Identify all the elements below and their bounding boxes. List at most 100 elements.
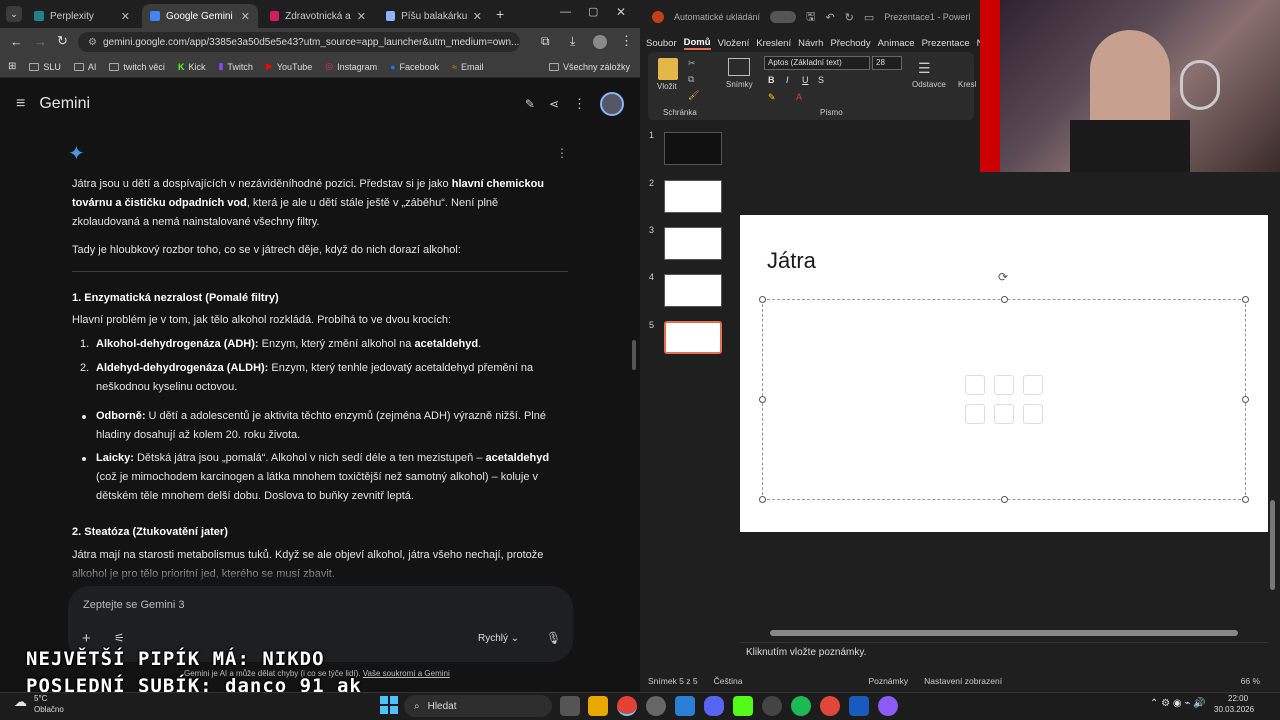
settings-icon[interactable] xyxy=(646,696,666,716)
resize-handle[interactable] xyxy=(1242,296,1249,303)
slide-thumbnail-4[interactable] xyxy=(664,274,722,307)
new-chat-icon[interactable]: ✎ xyxy=(525,97,535,111)
bookmark-instagram[interactable]: ◎ Instagram xyxy=(325,61,377,72)
prompt-input[interactable]: Zeptejte se Gemini 3 xyxy=(83,599,185,611)
close-window-icon[interactable]: ✕ xyxy=(616,5,626,19)
highlight-icon[interactable]: ✎ xyxy=(768,92,776,103)
reload-icon[interactable]: ↻ xyxy=(57,33,68,49)
app-icon[interactable] xyxy=(878,696,898,716)
taskbar-search[interactable]: ⌕ Hledat xyxy=(404,695,552,717)
slide-thumbnail-2[interactable] xyxy=(664,180,722,213)
account-avatar[interactable] xyxy=(600,92,624,116)
present-icon[interactable]: ▭ xyxy=(864,11,874,24)
site-info-icon[interactable]: ⚙ xyxy=(88,37,97,48)
chrome-icon[interactable] xyxy=(617,696,637,716)
format-painter-icon[interactable]: 🖌 xyxy=(688,90,699,101)
bookmark-youtube[interactable]: ▶ YouTube xyxy=(266,61,312,72)
tab-pisu-balakarku[interactable]: Píšu balakárku na t ✕ xyxy=(378,4,490,28)
font-size-select[interactable]: 28 xyxy=(872,56,902,70)
bookmark-ai[interactable]: AI xyxy=(73,62,96,72)
zoom-level[interactable]: 66 % xyxy=(1241,676,1260,686)
rotate-handle-icon[interactable]: ⟳ xyxy=(998,270,1008,284)
bookmark-slu[interactable]: SLU xyxy=(29,62,61,72)
tab-transitions[interactable]: Přechody xyxy=(830,38,870,49)
response-options-icon[interactable]: ⋮ xyxy=(556,146,568,160)
slide-thumbnail-3[interactable] xyxy=(664,227,722,260)
horizontal-scrollbar[interactable] xyxy=(770,630,1238,636)
bookmark-kick[interactable]: K Kick xyxy=(178,62,206,72)
font-color-icon[interactable]: A xyxy=(796,92,802,102)
address-bar[interactable]: ⚙ gemini.google.com/app/3385e3a50d5e5e43… xyxy=(78,32,520,52)
redo-icon[interactable]: ↻ xyxy=(845,11,854,24)
tab-draw[interactable]: Kreslení xyxy=(756,38,791,49)
slide-title[interactable]: Játra xyxy=(767,248,816,274)
tab-google-gemini[interactable]: Google Gemini ✕ xyxy=(142,4,258,28)
tray-icons[interactable]: ⌃ ⚙ ◉ ⌁ 🔊 xyxy=(1150,698,1206,709)
resize-handle[interactable] xyxy=(759,396,766,403)
vertical-scrollbar[interactable] xyxy=(1270,500,1275,590)
undo-icon[interactable]: ↶ xyxy=(825,11,834,24)
mode-selector[interactable]: Rychlý ⌄ xyxy=(478,633,519,644)
font-name-select[interactable]: Aptos (Základní text) xyxy=(764,56,870,70)
content-placeholder[interactable] xyxy=(762,299,1246,500)
privacy-link[interactable]: Vaše soukromí a Gemini xyxy=(363,669,450,678)
paste-icon[interactable] xyxy=(658,58,678,80)
app-icon[interactable] xyxy=(820,696,840,716)
profile-avatar[interactable] xyxy=(593,35,607,49)
kick-icon[interactable] xyxy=(733,696,753,716)
notes-pane[interactable]: Kliknutím vložte poznámky. xyxy=(740,642,1268,670)
tab-home[interactable]: Domů xyxy=(683,37,711,50)
tab-search-icon[interactable]: ⌄ xyxy=(6,6,22,22)
microphone-icon[interactable]: 🎙 xyxy=(546,631,561,645)
resize-handle[interactable] xyxy=(1001,496,1008,503)
save-icon[interactable]: 🖫 xyxy=(806,8,815,27)
share-icon[interactable]: ⋖ xyxy=(549,97,559,111)
insert-icons-icon[interactable] xyxy=(1023,375,1043,395)
resize-handle[interactable] xyxy=(759,296,766,303)
close-tab-icon[interactable]: ✕ xyxy=(357,10,366,23)
drawing-button[interactable]: Kresl xyxy=(958,80,976,89)
close-tab-icon[interactable]: ✕ xyxy=(241,10,250,23)
close-tab-icon[interactable]: ✕ xyxy=(121,10,130,23)
insert-video-icon[interactable] xyxy=(965,404,985,424)
extensions-icon[interactable]: ⧉ xyxy=(541,34,550,49)
tab-file[interactable]: Soubor xyxy=(646,38,677,49)
clock-date[interactable]: 30.03.2026 xyxy=(1214,705,1254,714)
cut-icon[interactable]: ✂ xyxy=(688,58,696,69)
weather-icon[interactable]: ☁ xyxy=(14,694,27,710)
scrollbar-thumb[interactable] xyxy=(632,340,636,370)
autosave-toggle[interactable] xyxy=(770,11,797,23)
bookmark-twitch-veci[interactable]: twitch věci xyxy=(109,62,165,72)
forward-icon[interactable]: → xyxy=(34,34,47,49)
copy-icon[interactable]: ⧉ xyxy=(688,74,694,85)
close-tab-icon[interactable]: ✕ xyxy=(473,10,482,23)
tab-zdravotnicka[interactable]: Zdravotnická a léká ✕ xyxy=(262,4,374,28)
word-icon[interactable] xyxy=(849,696,869,716)
more-options-icon[interactable]: ⋮ xyxy=(573,96,586,112)
resize-handle[interactable] xyxy=(1001,296,1008,303)
insert-table-icon[interactable] xyxy=(994,404,1014,424)
tab-design[interactable]: Návrh xyxy=(798,38,823,49)
minimize-icon[interactable]: — xyxy=(560,6,571,18)
insert-stock-images-icon[interactable] xyxy=(994,375,1014,395)
paste-button[interactable]: Vložit xyxy=(657,82,677,91)
bold-icon[interactable]: B xyxy=(768,75,775,85)
tools-icon[interactable]: ⚟ xyxy=(114,631,125,645)
language-status[interactable]: Čeština xyxy=(714,676,743,686)
strikethrough-icon[interactable]: S xyxy=(818,75,824,85)
app-icon[interactable] xyxy=(675,696,695,716)
file-explorer-icon[interactable] xyxy=(588,696,608,716)
resize-handle[interactable] xyxy=(1242,396,1249,403)
resize-handle[interactable] xyxy=(759,496,766,503)
hamburger-menu-icon[interactable]: ≡ xyxy=(16,95,25,113)
insert-chart-icon[interactable] xyxy=(1023,404,1043,424)
spotify-icon[interactable] xyxy=(791,696,811,716)
apps-icon[interactable]: ⊞ xyxy=(8,61,16,72)
tab-insert[interactable]: Vložení xyxy=(718,38,750,49)
bookmark-twitch[interactable]: ▮ Twitch xyxy=(218,61,252,72)
underline-icon[interactable]: U xyxy=(802,75,809,85)
clock-time[interactable]: 22:00 xyxy=(1228,694,1248,703)
tab-animations[interactable]: Animace xyxy=(878,38,915,49)
weather-desc[interactable]: Oblačno xyxy=(34,705,64,714)
paragraph-icon[interactable]: ☰ xyxy=(918,60,931,77)
